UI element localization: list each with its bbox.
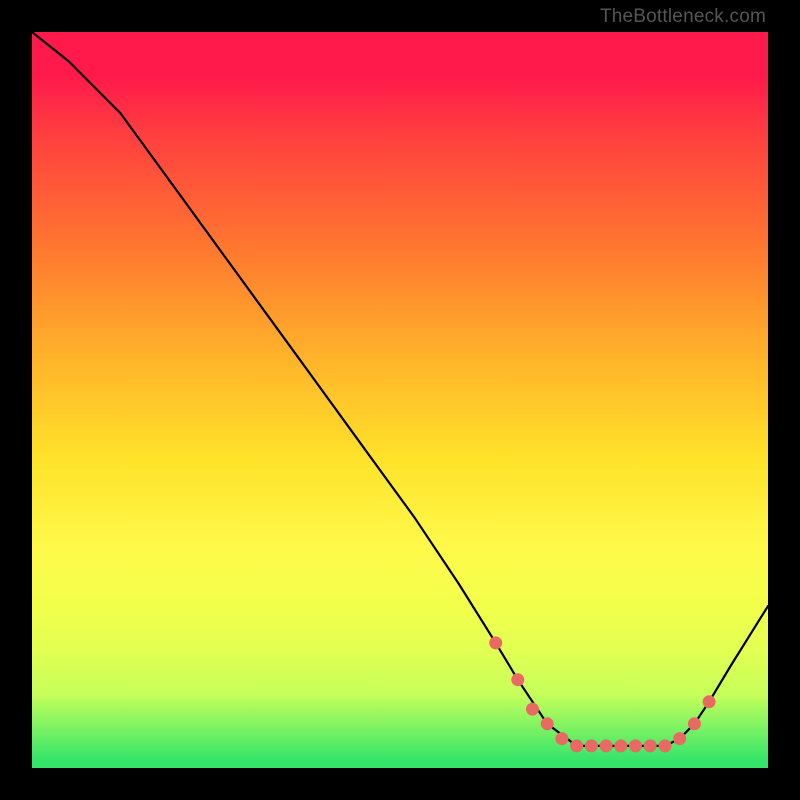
curve-marker-dot (526, 703, 539, 716)
curve-marker-dot (644, 739, 657, 752)
curve-marker-dot (555, 732, 568, 745)
curve-marker-dot (673, 732, 686, 745)
watermark-text: TheBottleneck.com (600, 6, 766, 28)
curve-marker-dot (511, 673, 524, 686)
curve-marker-dot (585, 739, 598, 752)
curve-marker-dot (688, 717, 701, 730)
plot-gradient-background (32, 32, 768, 768)
curve-marker-dot (703, 695, 716, 708)
curve-marker-dot (600, 739, 613, 752)
curve-marker-dot (659, 739, 672, 752)
curve-marker-dot (629, 739, 642, 752)
curve-markers (489, 636, 715, 752)
chart-svg (32, 32, 768, 768)
bottleneck-curve (32, 32, 768, 746)
curve-marker-dot (614, 739, 627, 752)
curve-marker-dot (541, 717, 554, 730)
curve-marker-dot (489, 636, 502, 649)
curve-marker-dot (570, 739, 583, 752)
chart-frame: TheBottleneck.com (0, 0, 800, 800)
